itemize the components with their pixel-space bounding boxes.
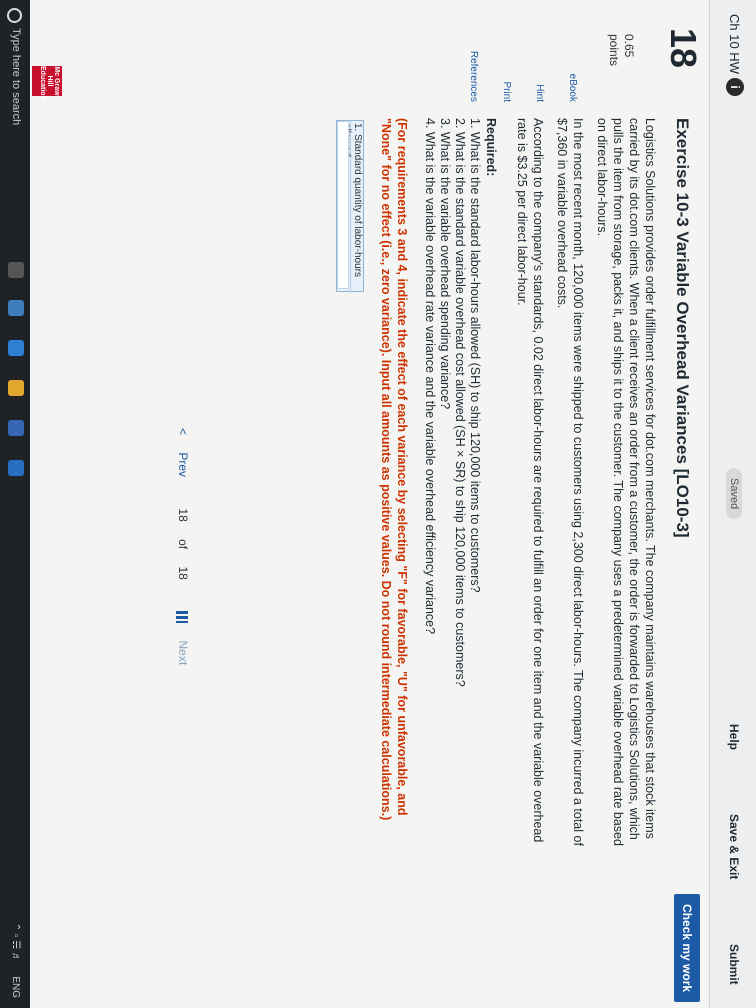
requirement-1: 1. What is the standard labor-hours allo…	[468, 118, 482, 593]
required-heading: Required:	[484, 118, 498, 177]
requirement-3: 3. What is the variable overhead spendin…	[438, 118, 452, 410]
mail-icon[interactable]	[8, 460, 24, 476]
check-my-work-button[interactable]: Check my work	[674, 894, 700, 1003]
prev-label: Prev	[176, 452, 190, 478]
question-content: Exercise 10-3 Variable Overhead Variance…	[336, 118, 700, 854]
sidebar-item-ebook[interactable]: eBook	[567, 0, 578, 110]
search-icon[interactable]	[7, 8, 22, 23]
top-bar: Ch 10 HW i Saved Help Save & Exit Submit	[709, 0, 756, 1008]
points-label: points	[607, 34, 621, 67]
task-view-icon[interactable]	[8, 262, 24, 278]
exercise-paragraph-1: Logistics Solutions provides order fulfi…	[595, 118, 657, 846]
system-tray[interactable]: ⌃ ▫ ☴ ♬	[10, 923, 21, 962]
assignment-title: Ch 10 HW	[727, 14, 742, 74]
page-current: 18	[176, 508, 190, 522]
windows-taskbar: Type here to search ⌃ ▫ ☴ ♬ ENG	[0, 0, 30, 1008]
page-counter: 18 of 18	[176, 508, 190, 593]
exercise-paragraph-2: In the most recent month, 120,000 items …	[555, 118, 585, 846]
question-number: 18	[663, 28, 704, 69]
sidebar-item-references[interactable]: References	[468, 0, 479, 110]
answer-row-label: 1. Standard quantity of labor-hours allo…	[341, 121, 363, 293]
save-exit-button[interactable]: Save & Exit	[727, 814, 741, 879]
exercise-paragraph-3: According to the company's standards, 0.…	[515, 118, 545, 843]
file-explorer-icon[interactable]	[8, 380, 24, 396]
points-value: 0.65 points	[606, 34, 636, 66]
saved-status-badge: Saved	[726, 468, 742, 520]
grid-icon[interactable]	[176, 611, 189, 624]
submit-button[interactable]: Submit	[727, 944, 741, 985]
resource-sidebar: eBook Hint Print References	[446, 0, 578, 110]
language-indicator[interactable]: ENG	[10, 976, 21, 998]
answer-table: 1. Standard quantity of labor-hours allo…	[336, 120, 364, 293]
mcgraw-hill-logo: Mc Graw Hill Education	[32, 66, 62, 100]
prev-button[interactable]: < Prev	[176, 428, 190, 491]
chrome-icon[interactable]	[8, 300, 24, 316]
chevron-left-icon: <	[176, 428, 190, 436]
screen: Ch 10 HW i Saved Help Save & Exit Submit…	[0, 0, 756, 1008]
requirement-4: 4. What is the variable overhead rate va…	[423, 118, 437, 635]
store-icon[interactable]	[8, 420, 24, 436]
edge-icon[interactable]	[8, 340, 24, 356]
page-total: 18	[176, 566, 190, 580]
help-button[interactable]: Help	[727, 724, 741, 750]
sidebar-item-hint[interactable]: Hint	[534, 0, 545, 110]
requirement-2: 2. What is the standard variable overhea…	[453, 118, 467, 687]
info-icon[interactable]: i	[726, 78, 744, 96]
next-button[interactable]: Next	[176, 641, 190, 666]
pagination: < Prev 18 of 18 Next	[176, 428, 190, 679]
page-of: of	[176, 539, 190, 550]
instructions: (For requirements 3 and 4, indicate the …	[379, 118, 409, 821]
exercise-title: Exercise 10-3 Variable Overhead Variance…	[673, 118, 692, 538]
points-number: 0.65	[622, 34, 636, 58]
standard-hours-input[interactable]	[337, 121, 349, 289]
taskbar-search-input[interactable]: Type here to search	[10, 28, 22, 125]
sidebar-item-print[interactable]: Print	[501, 0, 512, 110]
